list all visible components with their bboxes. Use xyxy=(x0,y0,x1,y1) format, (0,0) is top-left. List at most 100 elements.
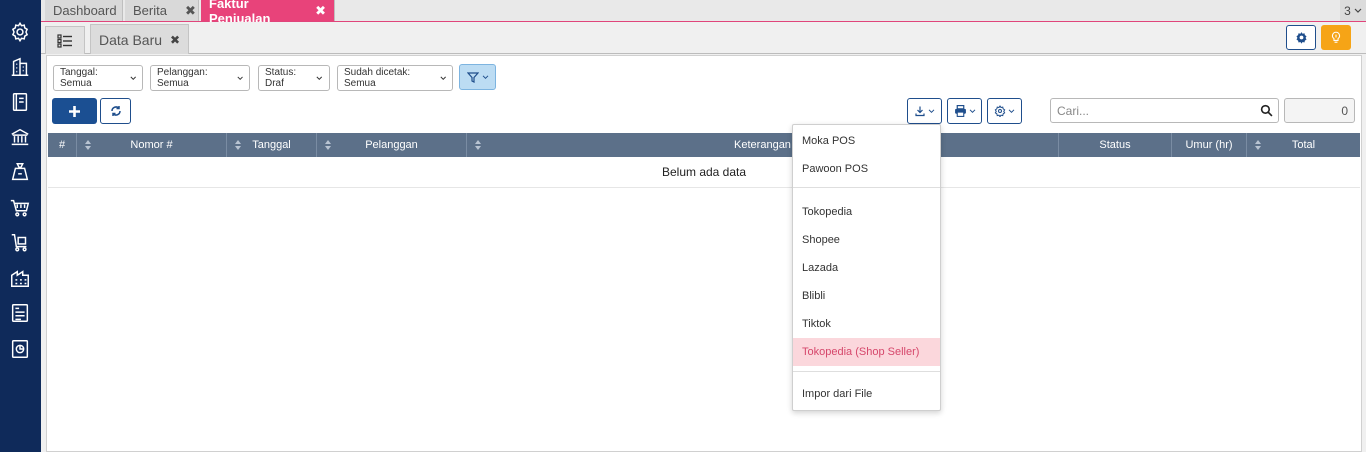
tax-report-icon[interactable] xyxy=(8,301,32,325)
chevron-down-icon xyxy=(1008,108,1015,113)
column-label: # xyxy=(58,139,66,151)
menu-item-label: Blibli xyxy=(802,290,826,302)
menu-item-label: Tiktok xyxy=(802,318,831,330)
tab-berita[interactable]: Berita ✖ xyxy=(125,0,199,21)
menu-item-tokopedia-shop-seller[interactable]: Tokopedia (Shop Seller) xyxy=(793,338,940,366)
column-header-pelanggan[interactable]: Pelanggan xyxy=(317,133,467,157)
column-header-status[interactable]: Status xyxy=(1059,133,1172,157)
tab-data-baru[interactable]: Data Baru ✖ xyxy=(90,24,190,54)
menu-item-label: Shopee xyxy=(802,234,840,246)
tab-label: Dashboard xyxy=(53,3,117,18)
filter-label: Tanggal: Semua xyxy=(60,67,98,89)
book-icon[interactable] xyxy=(8,90,32,114)
search-input[interactable] xyxy=(1051,99,1251,122)
filter-sudah-dicetak[interactable]: Sudah dicetak: Semua xyxy=(337,65,453,91)
menu-item-label: Moka POS xyxy=(802,135,856,147)
menu-item-shopee[interactable]: Shopee xyxy=(793,226,940,254)
print-button[interactable] xyxy=(947,98,982,124)
column-label: Total xyxy=(1291,139,1316,151)
list-icon xyxy=(57,33,72,48)
sub-tab-label: Data Baru xyxy=(99,31,163,48)
column-label: Pelanggan xyxy=(365,139,418,151)
funnel-icon xyxy=(466,71,479,83)
settings-button[interactable] xyxy=(1286,25,1316,50)
sub-tab-bar: Data Baru ✖ xyxy=(41,22,1366,54)
main-panel: Data Baru ✖ Tanggal: Semua Pelanggan: Se… xyxy=(41,22,1366,452)
empty-table-message: Belum ada data xyxy=(48,157,1360,188)
chevron-down-icon xyxy=(1354,8,1362,13)
content-area: Tanggal: Semua Pelanggan: Semua Status: … xyxy=(46,55,1362,452)
bank-icon[interactable] xyxy=(8,125,32,149)
menu-item-label: Impor dari File xyxy=(802,388,873,400)
options-button[interactable] xyxy=(987,98,1022,124)
column-label: Nomor # xyxy=(130,139,173,151)
gear-icon xyxy=(994,105,1006,117)
menu-item-label: Lazada xyxy=(802,262,839,274)
menu-item-pawoon-pos[interactable]: Pawoon POS xyxy=(793,155,940,183)
filter-pelanggan[interactable]: Pelanggan: Semua xyxy=(150,65,250,91)
menu-item-tiktok[interactable]: Tiktok xyxy=(793,310,940,338)
column-header-nomor[interactable]: Nomor # xyxy=(77,133,227,157)
sort-icon xyxy=(85,140,91,150)
menu-item-blibli[interactable]: Blibli xyxy=(793,282,940,310)
column-label: Keterangan xyxy=(734,139,791,151)
column-header-number[interactable]: # xyxy=(48,133,77,157)
chevron-down-icon xyxy=(928,108,935,113)
column-label: Umur (hr) xyxy=(1185,139,1233,151)
refresh-icon xyxy=(110,106,121,116)
refresh-button[interactable] xyxy=(100,98,131,124)
advanced-filter-button[interactable] xyxy=(459,64,496,90)
menu-item-moka-pos[interactable]: Moka POS xyxy=(793,127,940,155)
warehouse-icon[interactable] xyxy=(8,266,32,290)
table-header: # Nomor # Tanggal Pelanggan Keterangan S… xyxy=(48,133,1360,157)
filter-label: Sudah dicetak: Semua xyxy=(344,67,411,89)
column-header-tanggal[interactable]: Tanggal xyxy=(227,133,317,157)
record-count-field: 0 xyxy=(1284,98,1355,123)
cart-icon[interactable] xyxy=(8,196,32,220)
menu-divider xyxy=(793,371,940,372)
close-icon[interactable]: ✖ xyxy=(185,3,196,19)
money-bag-icon[interactable] xyxy=(8,160,32,184)
record-count: 0 xyxy=(1341,103,1348,118)
delivery-cart-icon[interactable] xyxy=(8,231,32,255)
menu-item-lazada[interactable]: Lazada xyxy=(793,254,940,282)
filter-status[interactable]: Status: Draf xyxy=(258,65,330,91)
sort-icon xyxy=(235,140,241,150)
top-tab-bar: Dashboard Berita ✖ Faktur Penjualan ✖ 3 xyxy=(41,0,1366,26)
close-icon[interactable]: ✖ xyxy=(170,33,180,47)
tab-label: Berita xyxy=(133,3,167,18)
column-label: Status xyxy=(1099,139,1131,151)
empty-message: Belum ada data xyxy=(661,165,747,179)
close-icon[interactable]: ✖ xyxy=(315,3,326,19)
tab-dashboard[interactable]: Dashboard xyxy=(45,0,123,21)
tab-faktur-penjualan[interactable]: Faktur Penjualan ✖ xyxy=(201,0,335,26)
chevron-down-icon xyxy=(969,108,975,113)
tab-count-dropdown[interactable]: 3 xyxy=(1340,0,1366,21)
sort-icon xyxy=(325,140,331,150)
tips-button[interactable] xyxy=(1321,25,1351,50)
chevron-down-icon xyxy=(130,76,136,80)
list-view-button[interactable] xyxy=(45,26,85,54)
menu-item-impor-dari-file[interactable]: Impor dari File xyxy=(793,380,940,408)
column-header-total[interactable]: Total xyxy=(1247,133,1360,157)
menu-item-label: Tokopedia (Shop Seller) xyxy=(802,346,920,358)
settings-gear-icon[interactable] xyxy=(8,20,32,44)
sidebar xyxy=(0,0,41,452)
column-header-keterangan[interactable]: Keterangan xyxy=(467,133,1059,157)
filter-tanggal[interactable]: Tanggal: Semua xyxy=(53,65,143,91)
add-button[interactable] xyxy=(52,98,97,124)
tab-count: 3 xyxy=(1344,3,1351,18)
chevron-down-icon xyxy=(482,74,488,79)
filter-label: Pelanggan: Semua xyxy=(157,67,208,89)
building-icon[interactable] xyxy=(8,55,32,79)
menu-item-label: Tokopedia xyxy=(802,206,853,218)
chart-report-icon[interactable] xyxy=(8,337,32,361)
column-header-umur[interactable]: Umur (hr) xyxy=(1172,133,1247,157)
search-icon[interactable] xyxy=(1260,104,1273,117)
chevron-down-icon xyxy=(440,76,446,80)
menu-item-tokopedia[interactable]: Tokopedia xyxy=(793,198,940,226)
sort-icon xyxy=(475,140,481,150)
import-button[interactable] xyxy=(907,98,942,124)
chevron-down-icon xyxy=(316,76,323,80)
sort-icon xyxy=(1255,140,1261,150)
